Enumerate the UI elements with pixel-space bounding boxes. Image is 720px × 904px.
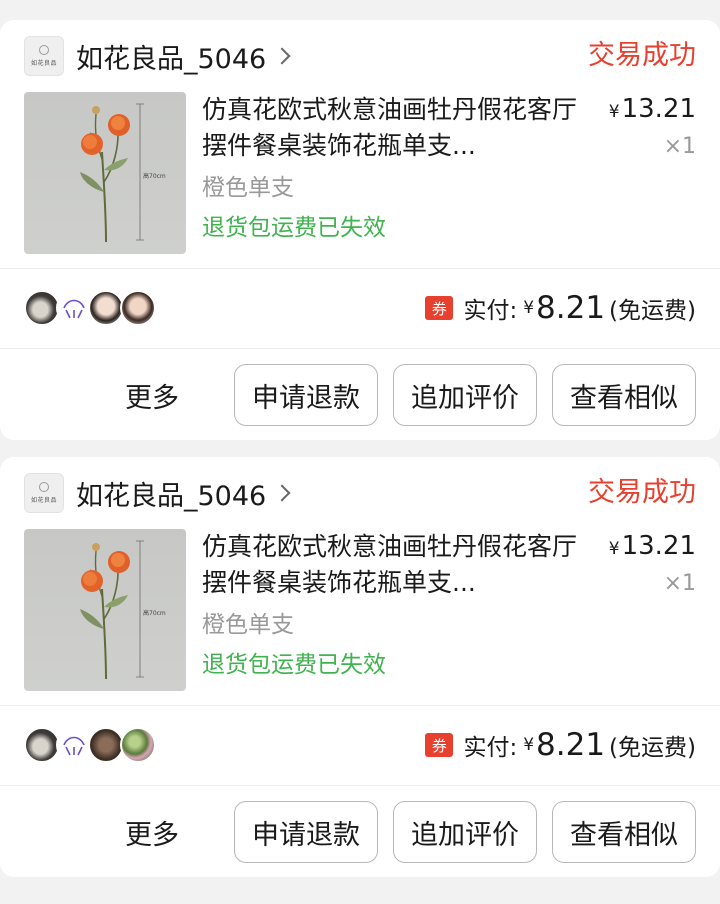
sketch-avatar [56,727,92,763]
avatar-group[interactable] [24,727,156,763]
paid-label: 实付: [463,298,518,324]
shop-logo[interactable]: 如花良品 [24,36,64,76]
quantity: ×1 [663,571,696,596]
price-value: 13.21 [621,531,696,561]
shop-logo[interactable]: 如花良品 [24,473,64,513]
product-spec: 橙色单支 [202,612,294,638]
divider [0,785,720,786]
order-card: 如花良品 如花良品_5046 交易成功 高70cm 仿真花欧式秋意油画牡丹假花客… [0,457,720,877]
paid-label: 实付: [463,735,518,761]
cat-avatar [24,727,60,763]
sketch-avatar [56,290,92,326]
add-review-button[interactable]: 追加评价 [393,801,537,863]
flower-illustration: 高70cm [80,540,166,680]
view-similar-button[interactable]: 查看相似 [552,364,696,426]
order-actions: 更多 申请退款 追加评价 查看相似 [125,801,696,863]
paid-summary: 券 实付: ¥ 8.21 (免运费) [425,290,696,326]
girl-avatar [88,290,124,326]
shop-logo-emblem [39,45,49,55]
add-review-button[interactable]: 追加评价 [393,364,537,426]
shop-logo-emblem [39,482,49,492]
product-image[interactable]: 高70cm [24,529,186,691]
request-refund-button[interactable]: 申请退款 [234,801,378,863]
shop-logo-text: 如花良品 [30,60,57,67]
height-label: 高70cm [143,172,166,180]
avatar-group[interactable] [24,290,156,326]
chevron-right-icon[interactable] [273,484,291,502]
unit-price: ¥13.21 [609,531,696,561]
order-actions: 更多 申请退款 追加评价 查看相似 [125,364,696,426]
coupon-badge: 券 [425,296,454,320]
order-card: 如花良品 如花良品_5046 交易成功 高70cm 仿真花欧式秋意油画牡丹假花客… [0,20,720,440]
currency-symbol: ¥ [523,298,535,318]
dark-avatar [88,727,124,763]
paid-amount: 8.21 [536,290,606,326]
product-image[interactable]: 高70cm [24,92,186,254]
price-value: 13.21 [621,94,696,124]
shop-logo-text: 如花良品 [30,497,57,504]
cat-avatar [24,290,60,326]
plant-avatar [120,727,156,763]
girl-avatar [120,290,156,326]
height-label: 高70cm [143,609,166,617]
product-spec: 橙色单支 [202,175,294,201]
more-button[interactable]: 更多 [125,813,179,852]
shipping-note: (免运费) [609,735,696,761]
product-title[interactable]: 仿真花欧式秋意油画牡丹假花客厅摆件餐桌装饰花瓶单支... [202,529,582,601]
product-title[interactable]: 仿真花欧式秋意油画牡丹假花客厅摆件餐桌装饰花瓶单支... [202,92,582,164]
coupon-badge: 券 [425,733,454,757]
shop-header[interactable]: 如花良品 如花良品_5046 交易成功 [24,36,696,76]
return-shipping-note: 退货包运费已失效 [202,215,386,241]
paid-summary: 券 实付: ¥ 8.21 (免运费) [425,727,696,763]
flower-illustration: 高70cm [80,103,166,243]
divider [0,268,720,269]
chevron-right-icon[interactable] [273,47,291,65]
currency-symbol: ¥ [608,102,620,122]
more-button[interactable]: 更多 [125,376,179,415]
request-refund-button[interactable]: 申请退款 [234,364,378,426]
return-shipping-note: 退货包运费已失效 [202,652,386,678]
paid-amount: 8.21 [536,727,606,763]
divider [0,705,720,706]
shop-name[interactable]: 如花良品_5046 [76,37,266,76]
quantity: ×1 [663,134,696,159]
order-status: 交易成功 [588,477,696,508]
shop-name[interactable]: 如花良品_5046 [76,474,266,513]
shop-header[interactable]: 如花良品 如花良品_5046 交易成功 [24,473,696,513]
currency-symbol: ¥ [608,539,620,559]
divider [0,348,720,349]
order-status: 交易成功 [588,40,696,71]
shipping-note: (免运费) [609,298,696,324]
unit-price: ¥13.21 [609,94,696,124]
currency-symbol: ¥ [523,735,535,755]
view-similar-button[interactable]: 查看相似 [552,801,696,863]
